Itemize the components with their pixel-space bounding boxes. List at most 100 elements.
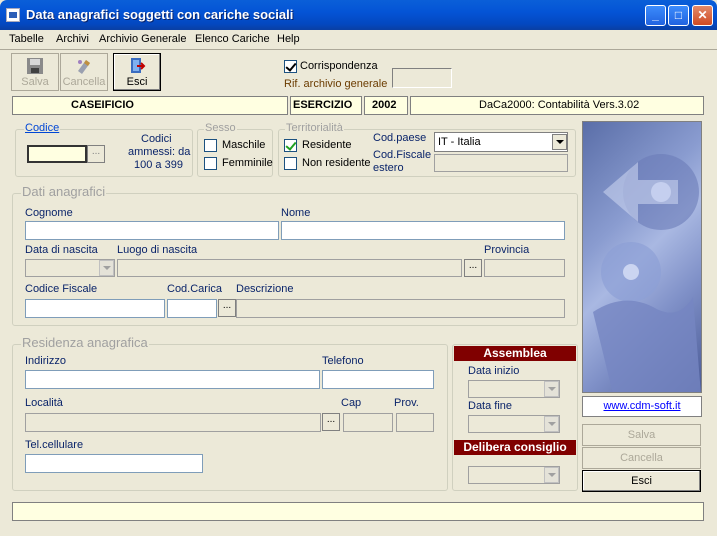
end-date-select[interactable]	[468, 415, 560, 433]
company-bar: CASEIFICIO	[12, 96, 288, 115]
end-date-dropdown-icon[interactable]	[544, 416, 559, 432]
toolbar-exit-label: Esci	[126, 76, 148, 88]
toolbar-save-button[interactable]: Salva	[11, 53, 59, 91]
codice-title[interactable]: Codice	[24, 122, 61, 134]
city-lookup-button[interactable]: ...	[322, 413, 340, 431]
non-resident-checkbox[interactable]	[284, 157, 297, 170]
menu-archivio-generale[interactable]: Archivio Generale	[99, 33, 186, 45]
start-date-dropdown-icon[interactable]	[544, 381, 559, 397]
role-code-label: Cod.Carica	[167, 283, 223, 295]
logo-image	[582, 121, 702, 393]
menu-bar: Tabelle Archivi Archivio Generale Elenco…	[0, 30, 717, 49]
toolbar-save-label: Salva	[21, 76, 49, 88]
city-field[interactable]	[25, 413, 321, 432]
delibera-date-select[interactable]	[468, 466, 560, 484]
minimize-button[interactable]: _	[645, 5, 666, 26]
rif-archive-field[interactable]	[392, 68, 452, 88]
menu-help[interactable]: Help	[277, 33, 300, 45]
anagrafici-title: Dati anagrafici	[21, 184, 107, 199]
birth-place-lookup-button[interactable]: ...	[464, 259, 482, 277]
resident-checkbox[interactable]	[284, 139, 297, 152]
side-exit-button[interactable]: Esci	[582, 470, 701, 492]
prov-field[interactable]	[396, 413, 434, 432]
menu-tabelle[interactable]: Tabelle	[9, 33, 44, 45]
codice-hint-3: 100 a 399	[134, 159, 183, 171]
window-title: Data anagrafici soggetti con cariche soc…	[26, 7, 294, 22]
year-value: 2002	[372, 99, 397, 111]
year-box: 2002	[364, 96, 408, 115]
toolbar-cancel-button[interactable]: Cancella	[60, 53, 108, 91]
rif-archive-label: Rif. archivio generale	[284, 78, 388, 90]
codice-input[interactable]	[27, 145, 87, 163]
company-name: CASEIFICIO	[71, 99, 134, 111]
side-cancel-button[interactable]: Cancella	[582, 447, 701, 469]
end-date-label: Data fine	[468, 400, 513, 412]
name-input[interactable]	[281, 221, 565, 240]
province-field[interactable]	[484, 259, 565, 277]
phone-input[interactable]	[322, 370, 434, 389]
tax-code-input[interactable]	[25, 299, 165, 318]
start-date-label: Data inizio	[468, 365, 520, 377]
menu-separator	[0, 49, 717, 50]
assemblea-header: Assemblea	[454, 346, 576, 361]
toolbar-cancel-label: Cancella	[62, 76, 106, 88]
city-label: Località	[25, 397, 63, 409]
female-checkbox[interactable]	[204, 157, 217, 170]
role-code-input[interactable]	[167, 299, 217, 318]
app-version-box: DaCa2000: Contabilità Vers.3.02	[410, 96, 704, 115]
name-label: Nome	[281, 207, 311, 219]
year-label-box: ESERCIZIO	[290, 96, 362, 115]
birth-place-label: Luogo di nascita	[117, 244, 198, 256]
male-checkbox[interactable]	[204, 139, 217, 152]
website-link-box: www.cdm-soft.it	[582, 396, 702, 417]
mobile-input[interactable]	[25, 454, 203, 473]
phone-label: Telefono	[322, 355, 364, 367]
birth-place-field[interactable]	[117, 259, 462, 277]
fiscal-code-label-2: estero	[373, 162, 404, 174]
country-value: IT - Italia	[438, 136, 481, 148]
male-label: Maschile	[222, 139, 266, 151]
disc-hand-icon	[593, 154, 701, 392]
birth-date-select[interactable]	[25, 259, 115, 277]
non-resident-label: Non residente	[302, 157, 371, 169]
address-label: Indirizzo	[25, 355, 66, 367]
year-label: ESERCIZIO	[293, 99, 353, 111]
birth-date-dropdown-icon[interactable]	[99, 260, 114, 276]
residenza-title: Residenza anagrafica	[21, 335, 149, 350]
mobile-label: Tel.cellulare	[25, 439, 84, 451]
fiscal-code-label-1: Cod.Fiscale	[373, 149, 432, 161]
country-label: Cod.paese	[373, 132, 427, 144]
surname-input[interactable]	[25, 221, 279, 240]
birth-date-label: Data di nascita	[25, 244, 98, 256]
title-bar[interactable]: Data anagrafici soggetti con cariche soc…	[0, 0, 717, 30]
address-input[interactable]	[25, 370, 320, 389]
menu-elenco-cariche[interactable]: Elenco Cariche	[195, 33, 270, 45]
maximize-button[interactable]: □	[668, 5, 689, 26]
side-save-button[interactable]: Salva	[582, 424, 701, 446]
delibera-dropdown-icon[interactable]	[544, 467, 559, 483]
correspondence-checkbox[interactable]	[284, 60, 297, 73]
female-label: Femminile	[222, 157, 273, 169]
delibera-header: Delibera consiglio	[454, 440, 576, 455]
codice-lookup-button[interactable]: ...	[87, 145, 105, 163]
eraser-icon	[78, 60, 90, 74]
toolbar-exit-button[interactable]: Esci	[113, 53, 161, 91]
description-field[interactable]	[236, 299, 565, 318]
prov-label: Prov.	[394, 397, 419, 409]
fiscal-code-field[interactable]	[434, 154, 568, 172]
close-button[interactable]: ✕	[692, 5, 713, 26]
menu-archivi[interactable]: Archivi	[56, 33, 89, 45]
zip-field[interactable]	[343, 413, 393, 432]
country-select[interactable]: IT - Italia	[434, 132, 568, 152]
website-link[interactable]: www.cdm-soft.it	[603, 400, 680, 412]
exit-door-icon	[131, 58, 146, 73]
floppy-disk-icon	[27, 58, 43, 74]
main-window: Data anagrafici soggetti con cariche soc…	[0, 0, 717, 536]
resident-label: Residente	[302, 139, 352, 151]
start-date-select[interactable]	[468, 380, 560, 398]
surname-label: Cognome	[25, 207, 73, 219]
sesso-title: Sesso	[204, 122, 237, 134]
country-dropdown-icon[interactable]	[552, 134, 567, 150]
role-code-lookup-button[interactable]: ...	[218, 299, 236, 317]
codice-hint-2: ammessi: da	[128, 146, 191, 158]
